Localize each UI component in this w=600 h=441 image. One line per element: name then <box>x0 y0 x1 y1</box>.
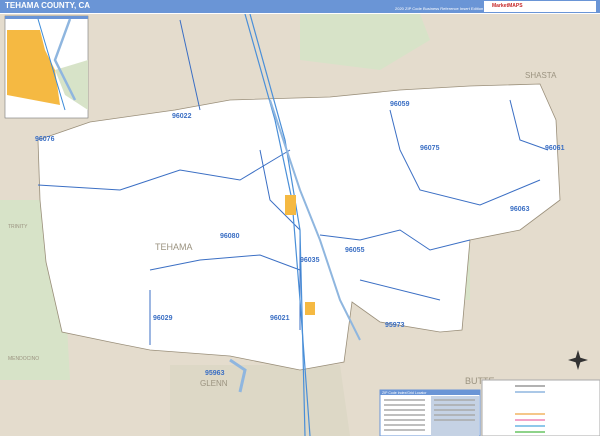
publisher-logo: MarketMAPS <box>484 1 596 12</box>
zip-label: 96059 <box>390 101 410 108</box>
county-label: SHASTA <box>525 71 557 80</box>
zip-label: 95973 <box>385 322 405 329</box>
map-key <box>481 379 600 437</box>
zip-label: 96075 <box>420 145 440 152</box>
map-header: TEHAMA COUNTY, CA 2020 ZIP Code Business… <box>0 0 600 13</box>
city-red-bluff <box>285 195 296 215</box>
county-label: MENDOCINO <box>8 356 39 362</box>
zip-label: 96022 <box>172 113 192 120</box>
zip-label: 96021 <box>270 315 290 322</box>
zip-label: 96076 <box>35 136 55 143</box>
zip-label: 95963 <box>205 370 225 377</box>
county-label: GLENN <box>200 379 228 388</box>
zip-label: 96061 <box>545 145 565 152</box>
zip-label: 96035 <box>300 257 320 264</box>
map-title: TEHAMA COUNTY, CA <box>5 1 91 10</box>
edition-label: 2020 ZIP Code Business Reference Insert … <box>395 6 484 11</box>
legend-header: ZIP Code Index/Grid Locator <box>382 391 427 395</box>
zip-label: 96063 <box>510 206 530 213</box>
map-canvas[interactable]: 96022 96076 96059 96075 96061 96063 9608… <box>0 13 600 437</box>
logo-text: MarketMAPS <box>492 3 523 9</box>
glenn-area <box>170 365 350 436</box>
inset-map[interactable] <box>4 15 89 119</box>
zip-label: 96055 <box>345 247 365 254</box>
zip-label: 96080 <box>220 233 240 240</box>
county-label: TRINITY <box>8 224 28 230</box>
city-corning <box>305 302 315 315</box>
county-label: TEHAMA <box>155 242 193 252</box>
legend-table: ZIP Code Index/Grid Locator <box>379 389 481 437</box>
zip-label: 96029 <box>153 315 173 322</box>
